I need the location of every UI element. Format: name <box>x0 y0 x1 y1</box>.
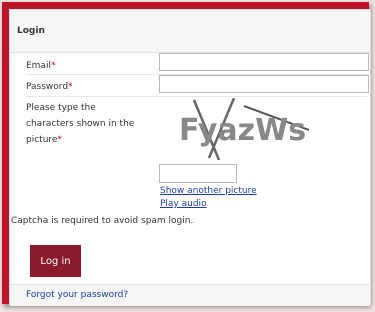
play-audio-link[interactable]: Play audio <box>160 199 207 209</box>
email-label: Email* <box>26 61 56 71</box>
login-button[interactable]: Log in <box>30 245 81 277</box>
login-panel: Login Email* Password* Please type the c… <box>9 9 371 306</box>
captcha-input[interactable] <box>159 164 237 183</box>
show-another-picture-link[interactable]: Show another picture <box>160 186 257 196</box>
captcha-label: Please type the characters shown in the … <box>26 103 135 145</box>
row-divider <box>26 96 367 97</box>
login-header: Login <box>10 10 370 53</box>
login-title: Login <box>17 26 45 36</box>
captcha-note: Captcha is required to avoid spam login. <box>11 216 194 226</box>
password-field[interactable] <box>159 75 369 93</box>
email-field[interactable] <box>159 53 369 71</box>
captcha-text: FyazWs <box>179 113 306 148</box>
captcha-image: FyazWs <box>179 98 309 160</box>
forgot-password-link[interactable]: Forgot your password? <box>26 290 128 300</box>
password-label: Password* <box>26 82 73 92</box>
